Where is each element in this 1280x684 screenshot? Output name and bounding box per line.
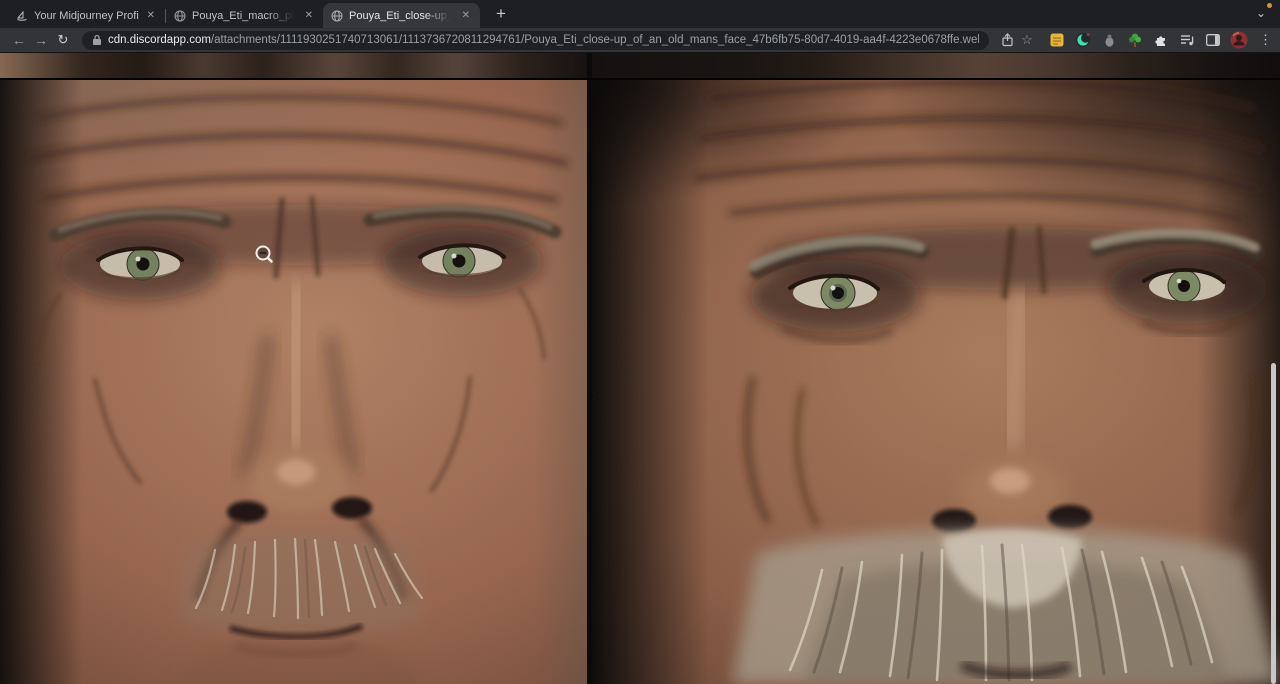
yellow-grid-extension-icon[interactable]	[1047, 30, 1067, 50]
tab-search-chevron-icon[interactable]: ⌄	[1256, 6, 1266, 20]
left-portrait-art	[0, 80, 587, 684]
browser-menu-kebab-icon[interactable]: ⋮	[1259, 32, 1272, 48]
notification-dot	[1267, 3, 1272, 8]
globe-icon	[331, 10, 343, 22]
tab-close-icon[interactable]: ✕	[303, 9, 315, 23]
url-text: cdn.discordapp.com/attachments/111193025…	[108, 34, 979, 46]
gray-mouse-extension-icon[interactable]	[1099, 30, 1119, 50]
extensions-area: ⋮	[1047, 30, 1272, 50]
bookmark-star-icon[interactable]: ☆	[1017, 30, 1037, 50]
forward-button[interactable]: →	[30, 30, 52, 50]
url-path: /attachments/1111930251740713061/1113736…	[211, 34, 979, 46]
left-portrait-image[interactable]	[0, 80, 587, 684]
tab-macro-photo[interactable]: Pouya_Eti_macro_photo_of_a ✕	[166, 3, 323, 28]
tab-title: Pouya_Eti_macro_photo_of_a	[192, 10, 297, 22]
midjourney-logo-icon	[16, 10, 28, 22]
globe-icon	[174, 10, 186, 22]
tab-close-icon[interactable]: ✕	[460, 9, 472, 23]
side-panel-icon[interactable]	[1203, 30, 1223, 50]
toolbar: ← → ↻ cdn.discordapp.com/attachments/111…	[0, 28, 1280, 53]
playlist-extension-icon[interactable]	[1177, 30, 1197, 50]
grid-top-right-edge	[592, 53, 1280, 78]
grid-top-row-edge	[0, 53, 1280, 80]
right-portrait-art	[592, 80, 1280, 684]
reload-button[interactable]: ↻	[52, 30, 74, 50]
new-tab-button[interactable]: +	[492, 4, 510, 24]
right-portrait-image[interactable]	[592, 80, 1280, 684]
grid-top-left-edge	[0, 53, 587, 78]
address-bar[interactable]: cdn.discordapp.com/attachments/111193025…	[82, 31, 989, 50]
page-content	[0, 53, 1280, 684]
tab-strip: Your Midjourney Profile ✕ Pouya_Eti_macr…	[0, 0, 1280, 28]
image-panels	[0, 80, 1280, 684]
padlock-icon	[92, 34, 102, 46]
profile-avatar[interactable]	[1229, 30, 1249, 50]
back-button[interactable]: ←	[8, 30, 30, 50]
dark-reader-extension-icon[interactable]	[1073, 30, 1093, 50]
url-domain: cdn.discordapp.com	[108, 34, 211, 46]
share-button[interactable]	[997, 30, 1017, 50]
tab-midjourney-profile[interactable]: Your Midjourney Profile ✕	[8, 3, 165, 28]
extensions-puzzle-icon[interactable]	[1151, 30, 1171, 50]
tab-title: Pouya_Eti_close-up_of_an_ol	[349, 10, 454, 22]
vertical-scrollbar-thumb[interactable]	[1271, 363, 1276, 684]
tab-title: Your Midjourney Profile	[34, 10, 139, 22]
browser-window: Your Midjourney Profile ✕ Pouya_Eti_macr…	[0, 0, 1280, 684]
tab-close-up-active[interactable]: Pouya_Eti_close-up_of_an_ol ✕	[323, 3, 480, 28]
tab-close-icon[interactable]: ✕	[145, 9, 157, 23]
tree-extension-icon[interactable]	[1125, 30, 1145, 50]
